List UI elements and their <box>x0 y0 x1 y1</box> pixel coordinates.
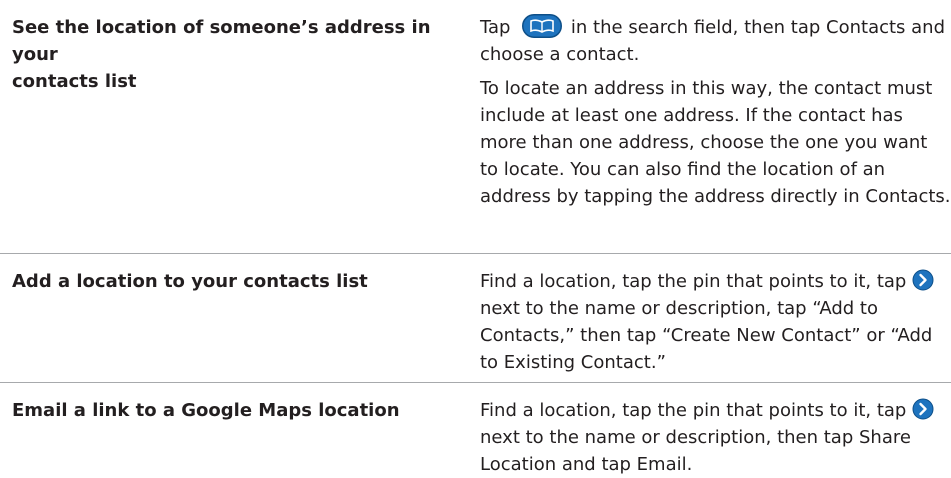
step-text: next to the name or description, tap “Ad… <box>480 298 933 373</box>
step-text: Find a location, tap the pin that points… <box>480 400 913 421</box>
step-text: next to the name or description, then ta… <box>480 427 911 475</box>
detail-disclosure-icon <box>912 398 934 420</box>
step-paragraph: Find a location, tap the pin that points… <box>480 268 951 376</box>
step-paragraph: Tap in the search field, then tap Contac… <box>480 14 951 68</box>
table-row: Add a location to your contacts list Fin… <box>0 254 951 383</box>
step-paragraph: To locate an address in this way, the co… <box>480 78 951 207</box>
step-text: Find a location, tap the pin that points… <box>480 271 913 292</box>
task-label: Add a location to your contacts list <box>12 271 368 292</box>
task-label: Email a link to a Google Maps location <box>12 400 400 421</box>
detail-disclosure-icon <box>912 269 934 291</box>
bookmarks-icon <box>522 14 563 38</box>
task-label: See the location of someone’s address in… <box>12 17 431 92</box>
task-steps: Find a location, tap the pin that points… <box>480 383 951 478</box>
step-paragraph: Find a location, tap the pin that points… <box>480 397 951 478</box>
step-text: Tap <box>480 17 517 38</box>
table-row: Email a link to a Google Maps location F… <box>0 383 951 478</box>
task-steps: Find a location, tap the pin that points… <box>480 254 951 382</box>
tasks-table: See the location of someone’s address in… <box>0 0 951 478</box>
table-row: See the location of someone’s address in… <box>0 0 951 254</box>
task-steps: Tap in the search field, then tap Contac… <box>480 0 951 253</box>
